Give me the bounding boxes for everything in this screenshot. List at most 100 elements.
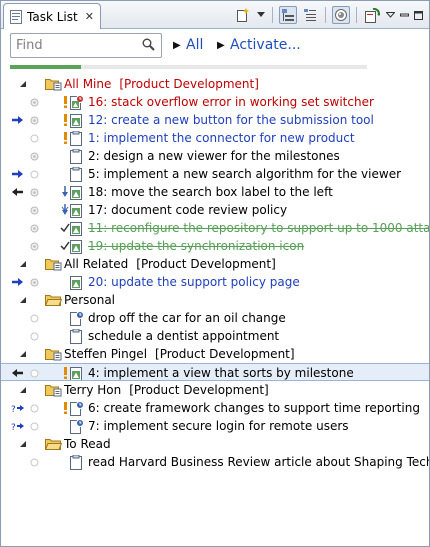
inactive-task-icon[interactable] xyxy=(30,364,39,380)
incoming-new-icon: ? xyxy=(11,417,25,435)
toolbar-separator xyxy=(272,7,273,23)
completed-check-icon xyxy=(60,237,70,255)
task-list-view: Task List ✕ Find ▶ All ▶ Activate... All… xyxy=(0,0,430,547)
inactive-task-icon[interactable] xyxy=(30,129,39,147)
high-priority-icon xyxy=(63,399,68,417)
task-label: 4: implement a view that sorts by milest… xyxy=(88,366,354,380)
collapse-triangle-icon[interactable] xyxy=(19,345,27,363)
feature-task-icon xyxy=(70,219,84,237)
inactive-task-icon[interactable] xyxy=(30,147,39,165)
activate-task-link[interactable]: Activate... xyxy=(230,37,301,53)
task-label: drop off the car for an oil change xyxy=(88,311,286,325)
collapse-triangle-icon[interactable] xyxy=(19,291,27,309)
svg-text:?: ? xyxy=(11,423,16,431)
outgoing-arrow-icon xyxy=(11,183,24,201)
collapse-triangle-icon[interactable] xyxy=(19,255,27,273)
folder-icon xyxy=(45,291,62,309)
tab-title: Task List xyxy=(27,9,78,24)
task-row[interactable]: ? 6: create framework changes to support… xyxy=(1,399,429,417)
inactive-task-icon[interactable] xyxy=(30,309,39,327)
category-row[interactable]: All Mine [Product Development] xyxy=(1,75,429,93)
query-folder-icon xyxy=(45,75,62,93)
synchronize-icon[interactable] xyxy=(363,6,381,24)
inactive-task-icon[interactable] xyxy=(30,165,39,183)
category-row[interactable]: All Related [Product Development] xyxy=(1,255,429,273)
scheduled-presentation-icon[interactable] xyxy=(301,6,319,24)
category-name: Personal xyxy=(64,293,116,307)
feature-task-icon xyxy=(70,237,84,255)
task-list-tab[interactable]: Task List ✕ xyxy=(3,3,101,29)
category-row[interactable]: Steffen Pingel [Product Development] xyxy=(1,345,429,363)
task-row[interactable]: 2: design a new viewer for the milestone… xyxy=(1,147,429,165)
task-icon xyxy=(70,165,82,183)
category-repository: [Product Development] xyxy=(129,383,269,397)
inactive-task-icon[interactable] xyxy=(30,111,39,129)
category-name: All Mine xyxy=(64,77,112,91)
task-row[interactable]: 1: implement the connector for new produ… xyxy=(1,129,429,147)
search-icon[interactable] xyxy=(142,38,155,54)
category-row[interactable]: Terry Hon [Product Development] xyxy=(1,381,429,399)
toolbar-separator xyxy=(325,7,326,23)
inactive-task-icon[interactable] xyxy=(30,93,39,111)
folder-icon xyxy=(45,435,62,453)
maximize-icon[interactable] xyxy=(413,6,423,24)
task-label: 16: stack overflow error in working set … xyxy=(88,95,374,109)
task-row[interactable]: schedule a dentist appointment xyxy=(1,327,429,345)
minimize-icon[interactable] xyxy=(399,6,409,24)
inactive-task-icon[interactable] xyxy=(30,327,39,345)
task-row[interactable]: 17: document code review policy xyxy=(1,201,429,219)
query-folder-icon xyxy=(45,381,62,399)
collapse-triangle-icon[interactable] xyxy=(19,75,27,93)
task-row[interactable]: 16: stack overflow error in working set … xyxy=(1,93,429,111)
inactive-task-icon[interactable] xyxy=(30,417,39,435)
task-row[interactable]: 12: create a new button for the submissi… xyxy=(1,111,429,129)
incoming-new-icon: ? xyxy=(11,399,25,417)
task-row[interactable]: read Harvard Business Review article abo… xyxy=(1,453,429,471)
query-folder-icon xyxy=(45,255,62,273)
task-label: 2: design a new viewer for the milestone… xyxy=(88,149,340,163)
task-row[interactable]: 18: move the search box label to the lef… xyxy=(1,183,429,201)
task-row[interactable]: drop off the car for an oil change xyxy=(1,309,429,327)
category-row[interactable]: Personal xyxy=(1,291,429,309)
task-list-icon xyxy=(10,9,22,24)
scheduled-task-icon xyxy=(70,417,84,435)
task-row[interactable]: 11: reconfigure the repository to suppor… xyxy=(1,219,429,237)
find-bar: ▶ All ▶ Activate... xyxy=(1,30,429,64)
inactive-task-icon[interactable] xyxy=(30,201,39,219)
task-row[interactable]: 19: update the synchronization icon xyxy=(1,237,429,255)
category-name: All Related xyxy=(64,257,129,271)
focus-on-workweek-icon[interactable] xyxy=(332,6,350,24)
task-row[interactable]: 20: update the support policy page xyxy=(1,273,429,291)
inactive-task-icon[interactable] xyxy=(30,237,39,255)
categorized-presentation-icon[interactable] xyxy=(279,6,297,24)
close-icon[interactable]: ✕ xyxy=(85,10,94,23)
collapse-triangle-icon[interactable] xyxy=(19,381,27,399)
inactive-task-icon[interactable] xyxy=(30,183,39,201)
new-task-icon[interactable] xyxy=(234,6,252,24)
category-row[interactable]: To Read xyxy=(1,435,429,453)
task-label: 19: update the synchronization icon xyxy=(88,239,305,253)
breadcrumb-arrow-icon: ▶ xyxy=(217,40,225,51)
breadcrumb-all-link[interactable]: All xyxy=(186,37,203,53)
high-priority-icon xyxy=(63,364,68,380)
task-label: 12: create a new button for the submissi… xyxy=(88,113,374,127)
task-label: 7: implement secure login for remote use… xyxy=(88,419,349,433)
task-row-selected[interactable]: 4: implement a view that sorts by milest… xyxy=(1,363,429,381)
task-row[interactable]: ? 7: implement secure login for remote u… xyxy=(1,417,429,435)
inactive-task-icon[interactable] xyxy=(30,399,39,417)
new-task-dropdown-icon[interactable] xyxy=(256,6,266,24)
find-input[interactable] xyxy=(16,38,136,53)
query-folder-icon xyxy=(45,345,62,363)
task-icon xyxy=(70,129,82,147)
scheduled-task-icon xyxy=(70,309,84,327)
inactive-task-icon[interactable] xyxy=(30,273,39,291)
find-field[interactable] xyxy=(10,33,162,58)
task-row[interactable]: 5: implement a new search algorithm for … xyxy=(1,165,429,183)
feature-task-icon xyxy=(70,111,84,129)
category-name: Terry Hon xyxy=(64,383,122,397)
breadcrumb-arrow-icon: ▶ xyxy=(173,40,181,51)
inactive-task-icon[interactable] xyxy=(30,453,39,471)
collapse-triangle-icon[interactable] xyxy=(19,435,27,453)
inactive-task-icon[interactable] xyxy=(30,219,39,237)
view-menu-icon[interactable] xyxy=(385,6,395,24)
